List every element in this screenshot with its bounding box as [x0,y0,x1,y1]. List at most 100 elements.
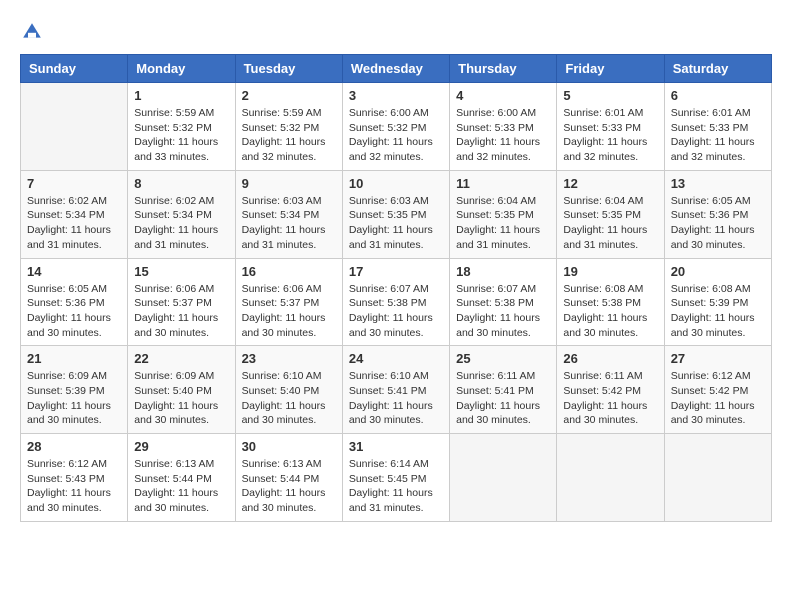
day-info: Sunrise: 5:59 AM Sunset: 5:32 PM Dayligh… [134,106,228,165]
day-number: 26 [563,351,657,366]
calendar-week-row: 1 Sunrise: 5:59 AM Sunset: 5:32 PM Daylig… [21,83,772,171]
calendar-week-row: 21 Sunrise: 6:09 AM Sunset: 5:39 PM Dayli… [21,346,772,434]
calendar-cell [21,83,128,171]
day-number: 23 [242,351,336,366]
calendar-cell: 2Sunrise: 5:59 AM Sunset: 5:32 PM Daylig… [235,83,342,171]
day-info: Sunrise: 6:09 AM Sunset: 5:39 PM Dayligh… [27,369,121,428]
day-number: 30 [242,439,336,454]
day-info: Sunrise: 6:00 AM Sunset: 5:32 PM Dayligh… [349,106,443,165]
calendar-cell: 20 Sunrise: 6:08 AM Sunset: 5:39 PM Dayli… [664,258,771,346]
header-sunday: Sunday [21,55,128,83]
calendar-cell: 22 Sunrise: 6:09 AM Sunset: 5:40 PM Dayli… [128,346,235,434]
day-info: Sunrise: 6:05 AM Sunset: 5:36 PM Dayligh… [671,194,765,253]
logo-icon [20,20,44,44]
day-number: 21 [27,351,121,366]
calendar-cell: 11Sunrise: 6:04 AM Sunset: 5:35 PM Dayli… [450,170,557,258]
day-number: 8 [134,176,228,191]
calendar-week-row: 14Sunrise: 6:05 AM Sunset: 5:36 PM Dayli… [21,258,772,346]
calendar-week-row: 7 Sunrise: 6:02 AM Sunset: 5:34 PM Daylig… [21,170,772,258]
calendar-cell: 27 Sunrise: 6:12 AM Sunset: 5:42 PM Dayli… [664,346,771,434]
calendar-cell: 4 Sunrise: 6:00 AM Sunset: 5:33 PM Daylig… [450,83,557,171]
day-info: Sunrise: 6:11 AM Sunset: 5:41 PM Dayligh… [456,369,550,428]
day-number: 24 [349,351,443,366]
calendar-cell: 19Sunrise: 6:08 AM Sunset: 5:38 PM Dayli… [557,258,664,346]
calendar-cell: 9 Sunrise: 6:03 AM Sunset: 5:34 PM Daylig… [235,170,342,258]
header-monday: Monday [128,55,235,83]
day-info: Sunrise: 6:08 AM Sunset: 5:38 PM Dayligh… [563,282,657,341]
day-number: 6 [671,88,765,103]
day-number: 27 [671,351,765,366]
calendar-cell: 6 Sunrise: 6:01 AM Sunset: 5:33 PM Daylig… [664,83,771,171]
logo [20,20,48,44]
day-number: 17 [349,264,443,279]
calendar-cell: 31Sunrise: 6:14 AM Sunset: 5:45 PM Dayli… [342,434,449,522]
header-friday: Friday [557,55,664,83]
day-info: Sunrise: 6:06 AM Sunset: 5:37 PM Dayligh… [134,282,228,341]
day-info: Sunrise: 6:03 AM Sunset: 5:35 PM Dayligh… [349,194,443,253]
day-info: Sunrise: 6:03 AM Sunset: 5:34 PM Dayligh… [242,194,336,253]
calendar-cell: 23 Sunrise: 6:10 AM Sunset: 5:40 PM Dayli… [235,346,342,434]
day-number: 4 [456,88,550,103]
calendar-week-row: 28 Sunrise: 6:12 AM Sunset: 5:43 PM Dayli… [21,434,772,522]
page-header [20,20,772,44]
calendar-cell: 24 Sunrise: 6:10 AM Sunset: 5:41 PM Dayli… [342,346,449,434]
day-info: Sunrise: 6:02 AM Sunset: 5:34 PM Dayligh… [134,194,228,253]
calendar-header-row: SundayMondayTuesdayWednesdayThursdayFrid… [21,55,772,83]
calendar-cell: 10 Sunrise: 6:03 AM Sunset: 5:35 PM Dayli… [342,170,449,258]
day-number: 29 [134,439,228,454]
calendar-cell: 13Sunrise: 6:05 AM Sunset: 5:36 PM Dayli… [664,170,771,258]
calendar-cell: 29 Sunrise: 6:13 AM Sunset: 5:44 PM Dayli… [128,434,235,522]
calendar-cell: 7 Sunrise: 6:02 AM Sunset: 5:34 PM Daylig… [21,170,128,258]
calendar-table: SundayMondayTuesdayWednesdayThursdayFrid… [20,54,772,522]
calendar-cell: 14Sunrise: 6:05 AM Sunset: 5:36 PM Dayli… [21,258,128,346]
day-number: 20 [671,264,765,279]
day-info: Sunrise: 6:10 AM Sunset: 5:40 PM Dayligh… [242,369,336,428]
calendar-cell: 30Sunrise: 6:13 AM Sunset: 5:44 PM Dayli… [235,434,342,522]
day-number: 9 [242,176,336,191]
day-info: Sunrise: 6:07 AM Sunset: 5:38 PM Dayligh… [349,282,443,341]
day-number: 12 [563,176,657,191]
day-number: 1 [134,88,228,103]
calendar-cell [557,434,664,522]
header-thursday: Thursday [450,55,557,83]
day-info: Sunrise: 6:04 AM Sunset: 5:35 PM Dayligh… [563,194,657,253]
calendar-cell: 28 Sunrise: 6:12 AM Sunset: 5:43 PM Dayli… [21,434,128,522]
header-tuesday: Tuesday [235,55,342,83]
day-number: 10 [349,176,443,191]
day-info: Sunrise: 6:11 AM Sunset: 5:42 PM Dayligh… [563,369,657,428]
day-number: 18 [456,264,550,279]
day-info: Sunrise: 6:01 AM Sunset: 5:33 PM Dayligh… [563,106,657,165]
day-info: Sunrise: 6:08 AM Sunset: 5:39 PM Dayligh… [671,282,765,341]
day-info: Sunrise: 6:01 AM Sunset: 5:33 PM Dayligh… [671,106,765,165]
day-info: Sunrise: 5:59 AM Sunset: 5:32 PM Dayligh… [242,106,336,165]
day-number: 22 [134,351,228,366]
calendar-cell: 18 Sunrise: 6:07 AM Sunset: 5:38 PM Dayli… [450,258,557,346]
day-number: 15 [134,264,228,279]
calendar-cell: 17 Sunrise: 6:07 AM Sunset: 5:38 PM Dayli… [342,258,449,346]
day-number: 11 [456,176,550,191]
day-info: Sunrise: 6:05 AM Sunset: 5:36 PM Dayligh… [27,282,121,341]
day-number: 3 [349,88,443,103]
calendar-cell [450,434,557,522]
calendar-cell: 15 Sunrise: 6:06 AM Sunset: 5:37 PM Dayli… [128,258,235,346]
day-info: Sunrise: 6:00 AM Sunset: 5:33 PM Dayligh… [456,106,550,165]
calendar-cell: 25 Sunrise: 6:11 AM Sunset: 5:41 PM Dayli… [450,346,557,434]
day-number: 25 [456,351,550,366]
calendar-cell: 1 Sunrise: 5:59 AM Sunset: 5:32 PM Daylig… [128,83,235,171]
day-number: 5 [563,88,657,103]
calendar-cell: 8 Sunrise: 6:02 AM Sunset: 5:34 PM Daylig… [128,170,235,258]
day-info: Sunrise: 6:02 AM Sunset: 5:34 PM Dayligh… [27,194,121,253]
day-info: Sunrise: 6:07 AM Sunset: 5:38 PM Dayligh… [456,282,550,341]
day-info: Sunrise: 6:13 AM Sunset: 5:44 PM Dayligh… [134,457,228,516]
day-number: 16 [242,264,336,279]
header-saturday: Saturday [664,55,771,83]
header-wednesday: Wednesday [342,55,449,83]
day-info: Sunrise: 6:12 AM Sunset: 5:43 PM Dayligh… [27,457,121,516]
day-number: 28 [27,439,121,454]
day-info: Sunrise: 6:10 AM Sunset: 5:41 PM Dayligh… [349,369,443,428]
day-number: 7 [27,176,121,191]
day-info: Sunrise: 6:09 AM Sunset: 5:40 PM Dayligh… [134,369,228,428]
day-info: Sunrise: 6:12 AM Sunset: 5:42 PM Dayligh… [671,369,765,428]
calendar-cell: 16Sunrise: 6:06 AM Sunset: 5:37 PM Dayli… [235,258,342,346]
calendar-cell: 5 Sunrise: 6:01 AM Sunset: 5:33 PM Daylig… [557,83,664,171]
